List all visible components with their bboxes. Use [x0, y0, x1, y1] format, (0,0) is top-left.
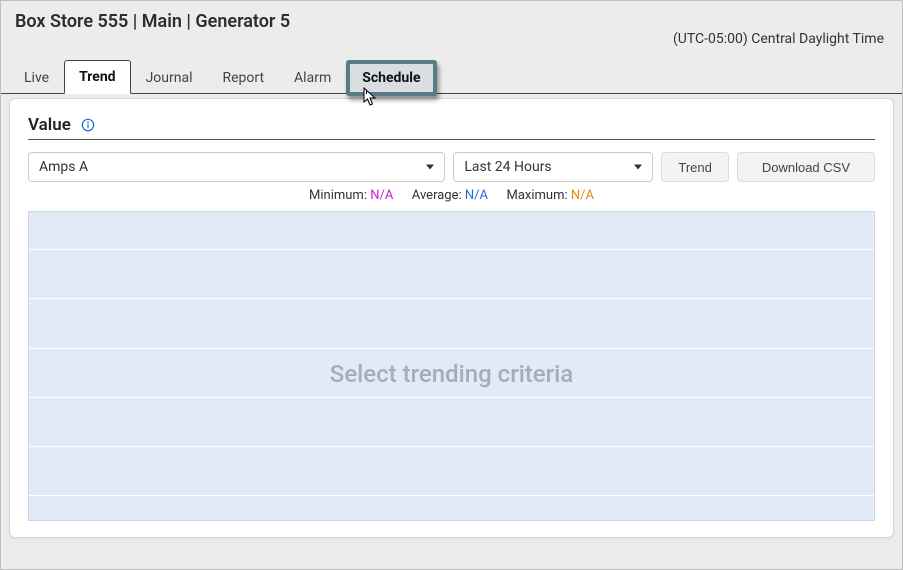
- metric-select-value: Amps A: [39, 159, 88, 175]
- gridline: [29, 446, 874, 447]
- max-value: N/A: [571, 188, 594, 203]
- trend-chart: Select trending criteria: [28, 211, 875, 521]
- gridline: [29, 397, 874, 398]
- header: Box Store 555 | Main | Generator 5 (UTC-…: [1, 1, 902, 47]
- tab-journal[interactable]: Journal: [131, 61, 208, 94]
- gridline: [29, 249, 874, 250]
- timezone-label: (UTC-05:00) Central Daylight Time: [673, 11, 886, 47]
- tab-trend[interactable]: Trend: [64, 60, 131, 94]
- trend-button[interactable]: Trend: [661, 152, 728, 182]
- card-header: Value: [28, 115, 875, 140]
- metric-select[interactable]: Amps A: [28, 152, 445, 182]
- content-area: Value Amps A Last 24 Hours: [1, 98, 902, 546]
- range-select[interactable]: Last 24 Hours: [453, 152, 653, 182]
- app-window: Box Store 555 | Main | Generator 5 (UTC-…: [0, 0, 903, 570]
- avg-value: N/A: [465, 188, 488, 203]
- info-icon[interactable]: [81, 118, 95, 132]
- max-label: Maximum:: [506, 188, 567, 203]
- value-card: Value Amps A Last 24 Hours: [9, 98, 894, 538]
- tab-bar: Live Trend Journal Report Alarm Schedule: [1, 57, 902, 94]
- tab-schedule[interactable]: Schedule: [346, 60, 436, 96]
- controls-row: Amps A Last 24 Hours Trend Download CSV: [28, 152, 875, 182]
- tab-live[interactable]: Live: [9, 61, 64, 94]
- page-title: Box Store 555 | Main | Generator 5: [15, 11, 290, 32]
- chart-placeholder: Select trending criteria: [29, 360, 874, 388]
- chevron-down-icon: [426, 165, 434, 170]
- download-csv-button[interactable]: Download CSV: [737, 152, 875, 182]
- card-title: Value: [28, 115, 71, 135]
- range-select-value: Last 24 Hours: [464, 159, 551, 175]
- gridline: [29, 348, 874, 349]
- stats-row: Minimum: N/A Average: N/A Maximum: N/A: [28, 188, 875, 203]
- chevron-down-icon: [634, 165, 642, 170]
- avg-label: Average:: [412, 188, 462, 203]
- min-label: Minimum:: [309, 188, 367, 203]
- gridline: [29, 495, 874, 496]
- tab-report[interactable]: Report: [207, 61, 279, 94]
- gridline: [29, 298, 874, 299]
- tab-alarm[interactable]: Alarm: [279, 61, 346, 94]
- min-value: N/A: [370, 188, 393, 203]
